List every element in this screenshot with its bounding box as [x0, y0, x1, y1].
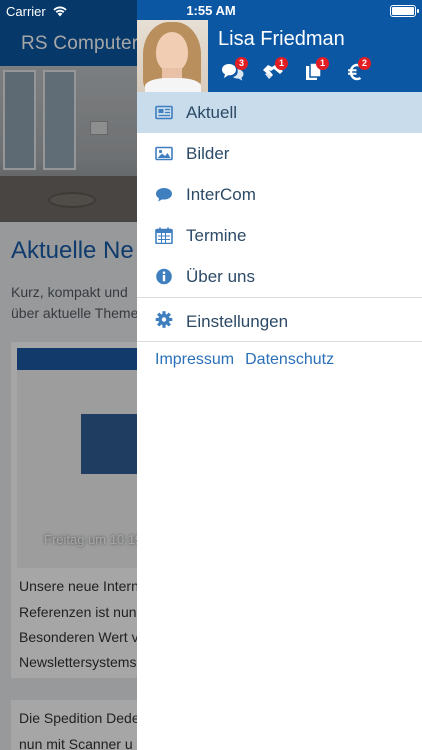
menu-label: Aktuell	[186, 103, 238, 122]
notification-badge: 1	[275, 57, 288, 70]
menu-label: Einstellungen	[186, 312, 289, 331]
menu-label: InterCom	[186, 185, 256, 204]
image-icon	[155, 146, 173, 161]
info-icon	[156, 268, 172, 285]
euro-icon[interactable]: 2	[345, 57, 371, 84]
navigation-drawer: Lisa Friedman 3 1 1 2 Aktuell Bilder Int…	[137, 0, 422, 750]
battery-icon	[390, 5, 419, 17]
datenschutz-link[interactable]: Datenschutz	[245, 351, 334, 368]
menu-item-termine[interactable]: Termine	[137, 215, 422, 256]
menu-item-intercom[interactable]: InterCom	[137, 174, 422, 215]
menu-label: Termine	[186, 226, 247, 245]
user-name: Lisa Friedman	[218, 28, 345, 50]
menu-label: Über uns	[186, 267, 255, 286]
status-bar: Carrier 1:55 AM	[0, 0, 422, 22]
gear-icon	[155, 311, 173, 328]
avatar[interactable]	[137, 20, 208, 92]
calendar-icon	[155, 227, 173, 244]
notification-badge: 1	[316, 57, 329, 70]
menu-label: Bilder	[186, 144, 230, 163]
newspaper-icon	[155, 105, 173, 120]
menu-item-einstellungen[interactable]: Einstellungen	[137, 298, 422, 341]
chat-bubbles-icon[interactable]: 3	[221, 57, 248, 84]
menu-item-aktuell[interactable]: Aktuell	[137, 92, 422, 133]
speech-bubble-icon	[156, 188, 172, 202]
documents-icon[interactable]: 1	[303, 57, 329, 84]
menu-item-bilder[interactable]: Bilder	[137, 133, 422, 174]
drawer-menu: Aktuell Bilder InterCom Termine Über uns…	[137, 92, 422, 342]
divider	[137, 341, 422, 342]
notification-badge: 2	[358, 57, 371, 70]
impressum-link[interactable]: Impressum	[155, 351, 234, 368]
clock: 1:55 AM	[186, 3, 236, 18]
menu-item-ueber-uns[interactable]: Über uns	[137, 256, 422, 297]
notification-badge: 3	[235, 57, 248, 70]
handshake-icon[interactable]: 1	[261, 57, 288, 84]
footer-links: Impressum Datenschutz	[155, 351, 345, 369]
